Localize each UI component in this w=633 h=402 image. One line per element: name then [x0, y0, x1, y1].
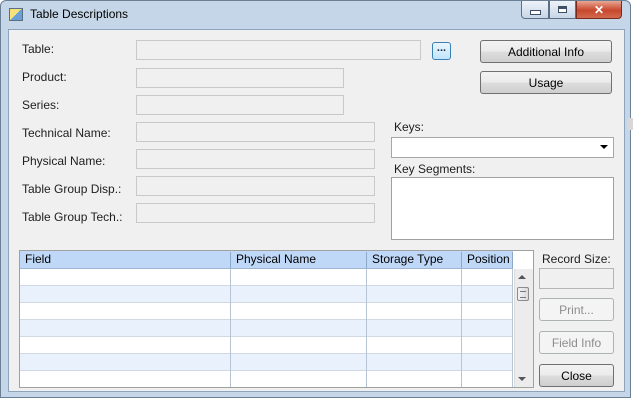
physical-name-field[interactable] — [136, 149, 375, 169]
scroll-down-icon[interactable] — [518, 377, 526, 381]
table-cell[interactable] — [231, 354, 367, 371]
table-row[interactable] — [20, 371, 513, 387]
table-row[interactable] — [20, 337, 513, 354]
product-label: Product: — [22, 70, 67, 84]
column-header-field[interactable]: Field — [20, 252, 231, 268]
table-cell[interactable] — [20, 269, 231, 286]
close-button[interactable]: Close — [539, 364, 614, 387]
table-row[interactable] — [20, 354, 513, 371]
background-window-edge — [627, 118, 633, 130]
grid-scrollbar[interactable] — [514, 269, 533, 387]
fields-grid[interactable]: Field Physical Name Storage Type Positio… — [19, 250, 534, 388]
table-row[interactable] — [20, 320, 513, 337]
table-group-tech-label: Table Group Tech.: — [22, 210, 123, 224]
column-header-position[interactable]: Position — [462, 252, 513, 268]
table-cell[interactable] — [462, 286, 513, 303]
close-icon: ✕ — [593, 2, 605, 17]
window-title: Table Descriptions — [30, 7, 129, 21]
maximize-icon — [558, 6, 567, 13]
series-field[interactable] — [136, 95, 344, 115]
table-cell[interactable] — [231, 269, 367, 286]
table-row[interactable] — [20, 286, 513, 303]
chevron-down-icon — [600, 145, 608, 149]
scroll-thumb[interactable] — [517, 287, 529, 301]
table-cell[interactable] — [367, 286, 462, 303]
column-header-storage-type[interactable]: Storage Type — [367, 252, 462, 268]
table-cell[interactable] — [20, 303, 231, 320]
table-cell[interactable] — [462, 320, 513, 337]
table-cell[interactable] — [20, 354, 231, 371]
product-field[interactable] — [136, 68, 344, 88]
grid-header: Field Physical Name Storage Type Positio… — [20, 251, 513, 269]
technical-name-label: Technical Name: — [22, 126, 111, 140]
table-group-disp-field[interactable] — [136, 176, 375, 196]
table-descriptions-window: Table Descriptions ✕ Table: ... Product:… — [0, 0, 631, 398]
table-group-disp-label: Table Group Disp.: — [22, 182, 122, 196]
table-group-tech-field[interactable] — [136, 203, 375, 223]
table-cell[interactable] — [367, 371, 462, 387]
dialog-body: Table: ... Product: Series: Technical Na… — [8, 29, 625, 392]
keys-dropdown[interactable] — [391, 137, 614, 158]
series-label: Series: — [22, 98, 60, 112]
table-cell[interactable] — [367, 269, 462, 286]
table-cell[interactable] — [231, 337, 367, 354]
table-cell[interactable] — [231, 320, 367, 337]
table-cell[interactable] — [20, 337, 231, 354]
usage-button[interactable]: Usage — [480, 71, 612, 94]
minimize-icon — [529, 10, 541, 15]
table-cell[interactable] — [20, 286, 231, 303]
title-bar[interactable]: Table Descriptions ✕ — [1, 1, 630, 29]
maximize-button[interactable] — [549, 1, 576, 19]
table-cell[interactable] — [20, 320, 231, 337]
table-cell[interactable] — [231, 303, 367, 320]
table-cell[interactable] — [462, 337, 513, 354]
close-window-button[interactable]: ✕ — [576, 1, 622, 19]
record-size-field — [539, 268, 614, 289]
table-cell[interactable] — [367, 337, 462, 354]
table-cell[interactable] — [231, 371, 367, 387]
physical-name-label: Physical Name: — [22, 154, 106, 168]
field-info-button[interactable]: Field Info — [539, 331, 614, 354]
table-field[interactable] — [136, 40, 421, 60]
table-row[interactable] — [20, 303, 513, 320]
table-cell[interactable] — [20, 371, 231, 387]
app-icon — [9, 8, 23, 21]
browse-table-button[interactable]: ... — [432, 42, 451, 60]
print-button[interactable]: Print... — [539, 298, 614, 321]
technical-name-field[interactable] — [136, 122, 375, 142]
key-segments-label: Key Segments: — [394, 162, 476, 176]
table-cell[interactable] — [367, 303, 462, 320]
table-cell[interactable] — [231, 286, 367, 303]
table-row[interactable] — [20, 269, 513, 286]
table-cell[interactable] — [462, 371, 513, 387]
table-cell[interactable] — [462, 303, 513, 320]
table-cell[interactable] — [367, 354, 462, 371]
record-size-label: Record Size: — [542, 252, 611, 266]
column-header-physical-name[interactable]: Physical Name — [231, 252, 367, 268]
additional-info-button[interactable]: Additional Info — [480, 40, 612, 63]
table-cell[interactable] — [462, 354, 513, 371]
table-cell[interactable] — [367, 320, 462, 337]
keys-label: Keys: — [394, 120, 425, 134]
table-label: Table: — [22, 42, 55, 56]
scroll-up-icon[interactable] — [518, 275, 526, 279]
key-segments-list[interactable] — [391, 177, 614, 240]
minimize-button[interactable] — [521, 1, 549, 19]
table-cell[interactable] — [462, 269, 513, 286]
